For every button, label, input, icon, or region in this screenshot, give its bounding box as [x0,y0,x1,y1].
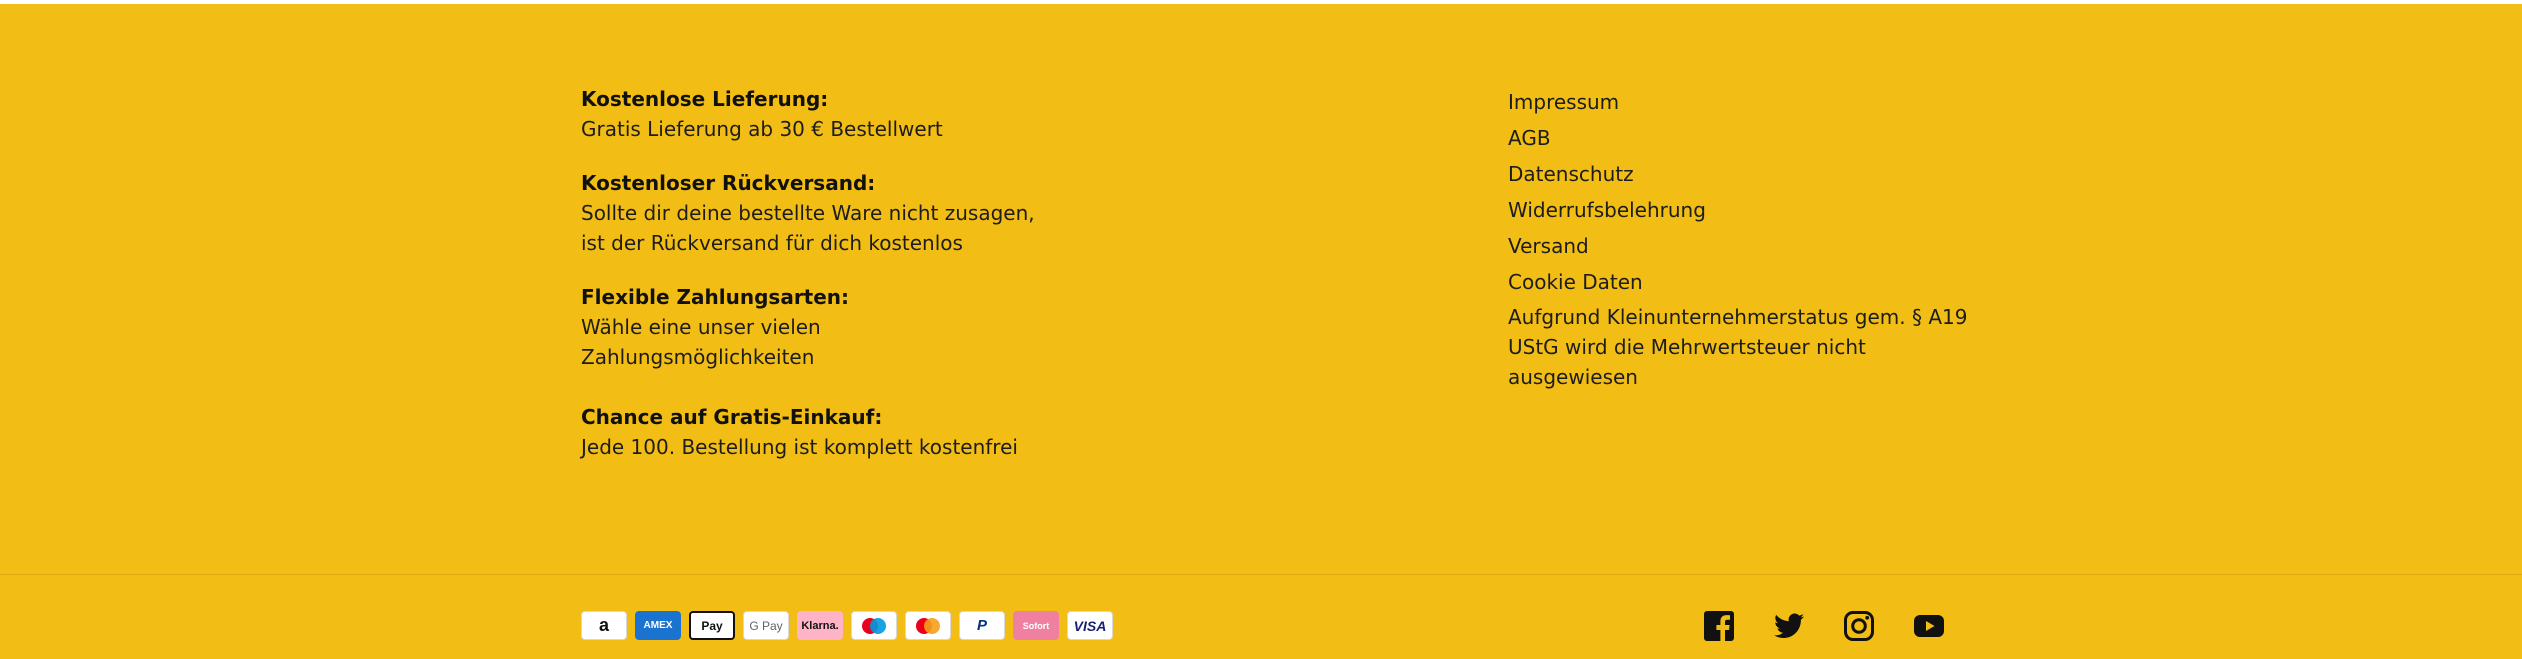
link-datenschutz[interactable]: Datenschutz [1508,156,1978,192]
info-text: Gratis Lieferung ab 30 € Bestellwert [581,117,943,141]
legal-links: Impressum AGB Datenschutz Widerrufsbeleh… [1508,84,1978,392]
twitter-icon[interactable] [1773,610,1805,642]
mastercard-icon [905,611,951,640]
amazon-pay-label: a [598,615,609,635]
info-text: Sollte dir deine bestellte Ware nicht zu… [581,201,1035,225]
info-free-purchase: Chance auf Gratis-Einkauf: Jede 100. Bes… [581,402,1018,462]
klarna-label: Klarna. [801,619,839,632]
info-title: Chance auf Gratis-Einkauf: [581,405,883,429]
google-pay-label: G Pay [749,618,783,633]
social-links [1703,610,1945,642]
youtube-icon[interactable] [1913,610,1945,642]
link-agb[interactable]: AGB [1508,120,1978,156]
info-title: Kostenlose Lieferung: [581,87,829,111]
info-text: Jede 100. Bestellung ist komplett kosten… [581,435,1018,459]
visa-label: VISA [1073,617,1107,634]
maestro-icon [851,611,897,640]
link-cookie-daten[interactable]: Cookie Daten [1508,264,1978,300]
facebook-icon[interactable] [1703,610,1735,642]
link-versand[interactable]: Versand [1508,228,1978,264]
info-payment-options: Flexible Zahlungsarten: Wähle eine unser… [581,282,849,372]
sofort-icon: Sofort [1013,611,1059,640]
link-widerrufsbelehrung[interactable]: Widerrufsbelehrung [1508,192,1978,228]
paypal-icon: P [959,611,1005,640]
info-text: Zahlungsmöglichkeiten [581,345,815,369]
info-free-return: Kostenloser Rückversand: Sollte dir dein… [581,168,1035,258]
sofort-label: Sofort [1022,620,1050,631]
apple-pay-label: Pay [701,618,723,633]
paypal-label: P [976,617,987,634]
vat-note: Aufgrund Kleinunternehmerstatus gem. § A… [1508,305,1968,389]
info-text: ist der Rückversand für dich kostenlos [581,231,963,255]
amazon-pay-icon: a [581,611,627,640]
klarna-icon: Klarna. [797,611,843,640]
visa-icon: VISA [1067,611,1113,640]
footer-divider [0,574,2522,575]
google-pay-icon: G Pay [743,611,789,640]
payment-icons: a AMEX Pay G Pay Klarna. P Sofort VISA [581,611,1113,640]
amex-icon: AMEX [635,611,681,640]
site-footer: Kostenlose Lieferung: Gratis Lieferung a… [0,4,2522,574]
info-title: Flexible Zahlungsarten: [581,285,850,309]
info-title: Kostenloser Rückversand: [581,171,876,195]
info-free-delivery: Kostenlose Lieferung: Gratis Lieferung a… [581,84,943,144]
amex-label: AMEX [643,620,673,631]
apple-pay-icon: Pay [689,611,735,640]
info-text: Wähle eine unser vielen [581,315,821,339]
instagram-icon[interactable] [1843,610,1875,642]
link-impressum[interactable]: Impressum [1508,84,1978,120]
